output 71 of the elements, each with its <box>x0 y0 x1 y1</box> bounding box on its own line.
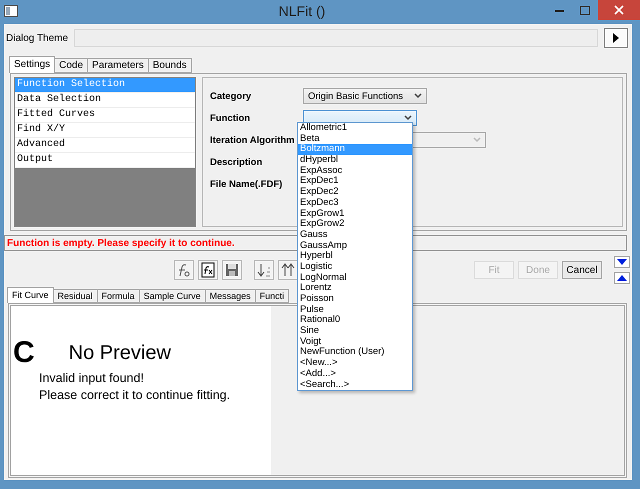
maximize-icon[interactable] <box>580 6 590 14</box>
sidebar-item[interactable]: Find X/Y <box>15 123 195 138</box>
preview-message: Please correct it to continue fitting. <box>39 387 232 404</box>
dropdown-option[interactable]: Lorentz <box>298 283 412 294</box>
chevron-down-icon <box>414 93 422 99</box>
dropdown-option[interactable]: dHyperbl <box>298 155 412 166</box>
expand-button[interactable] <box>604 28 628 48</box>
move-up-button[interactable] <box>614 272 630 284</box>
error-message: Function is empty. Please specify it to continue. <box>7 238 235 248</box>
close-button[interactable] <box>598 0 640 20</box>
tab[interactable]: Fit Curve <box>7 287 54 303</box>
field-label: File Name(.FDF) <box>210 178 284 190</box>
tab[interactable]: Bounds <box>148 58 192 73</box>
dropdown-option[interactable]: <Search...> <box>298 380 412 390</box>
field-label: Category <box>210 90 252 102</box>
dropdown-option[interactable]: ExpGrow1 <box>298 208 412 220</box>
tab[interactable]: Messages <box>204 289 256 303</box>
dropdown-option[interactable]: ExpDec1 <box>298 176 412 188</box>
dropdown-option[interactable]: Allometric1 <box>298 123 412 134</box>
tab[interactable]: Residual <box>52 289 98 303</box>
sidebar-item[interactable]: Output <box>15 153 195 168</box>
move-down-button[interactable] <box>614 256 630 268</box>
field-label: Function <box>210 112 252 124</box>
close-icon <box>614 5 624 15</box>
dropdown-option[interactable]: Poisson <box>298 294 412 305</box>
dropdown-option[interactable]: Rational0 <box>298 315 412 326</box>
chevron-down-icon <box>473 137 481 143</box>
play-icon <box>613 33 619 43</box>
fx-icon[interactable] <box>174 260 194 280</box>
tab[interactable]: Sample Curve <box>138 289 206 303</box>
sort-up-icon[interactable] <box>278 260 298 280</box>
triangle-down-icon <box>617 259 627 265</box>
field-label: Dialog Theme <box>6 32 68 44</box>
window-title: NLFit () <box>278 3 326 19</box>
sort-down-icon[interactable] <box>254 260 274 280</box>
dropdown-option[interactable]: GaussAmp <box>298 240 412 252</box>
tab[interactable]: Formula <box>96 289 140 303</box>
save-icon[interactable] <box>222 260 242 280</box>
dropdown-option[interactable]: Voigt <box>298 336 412 348</box>
tab[interactable]: Parameters <box>87 58 149 73</box>
field-label: Description <box>210 156 264 168</box>
preview-mark: C <box>13 336 35 370</box>
dropdown-option[interactable]: <New...> <box>298 358 412 369</box>
dropdown-option[interactable]: ExpAssoc <box>298 166 412 176</box>
sidebar-item[interactable]: Advanced <box>15 138 195 153</box>
dropdown-option[interactable]: Sine <box>298 326 412 337</box>
dropdown-option[interactable]: ExpDec3 <box>298 198 412 208</box>
dropdown-option[interactable]: ExpDec2 <box>298 187 412 198</box>
dropdown-option[interactable]: Gauss <box>298 230 412 241</box>
dropdown-option[interactable]: NewFunction (User) <box>298 347 412 358</box>
preview-title: No Preview <box>68 342 171 364</box>
function-icon[interactable] <box>198 260 218 280</box>
dropdown-option[interactable]: LogNormal <box>298 272 412 284</box>
dropdown-option[interactable]: Beta <box>298 134 412 144</box>
chevron-down-icon <box>404 115 412 121</box>
dropdown-option[interactable]: Hyperbl <box>298 251 412 262</box>
triangle-up-icon <box>617 275 627 281</box>
sidebar-item[interactable]: Data Selection <box>15 93 195 108</box>
dropdown-select[interactable]: Origin Basic Functions <box>303 88 427 104</box>
tab[interactable]: Settings <box>9 56 56 73</box>
preview-message: Invalid input found! <box>39 370 145 387</box>
sidebar-item[interactable]: Fitted Curves <box>15 108 195 123</box>
tab[interactable]: Functi <box>254 289 290 303</box>
dropdown-option[interactable]: Pulse <box>298 304 412 316</box>
dropdown-option[interactable]: <Add...> <box>298 368 412 380</box>
tab[interactable]: Code <box>54 58 88 73</box>
dropdown-option[interactable]: Logistic <box>298 262 412 273</box>
minimize-icon[interactable] <box>554 8 564 12</box>
dialog-button[interactable]: Cancel <box>562 261 602 279</box>
dropdown-option[interactable]: ExpGrow2 <box>298 219 412 230</box>
app-icon <box>4 5 18 17</box>
